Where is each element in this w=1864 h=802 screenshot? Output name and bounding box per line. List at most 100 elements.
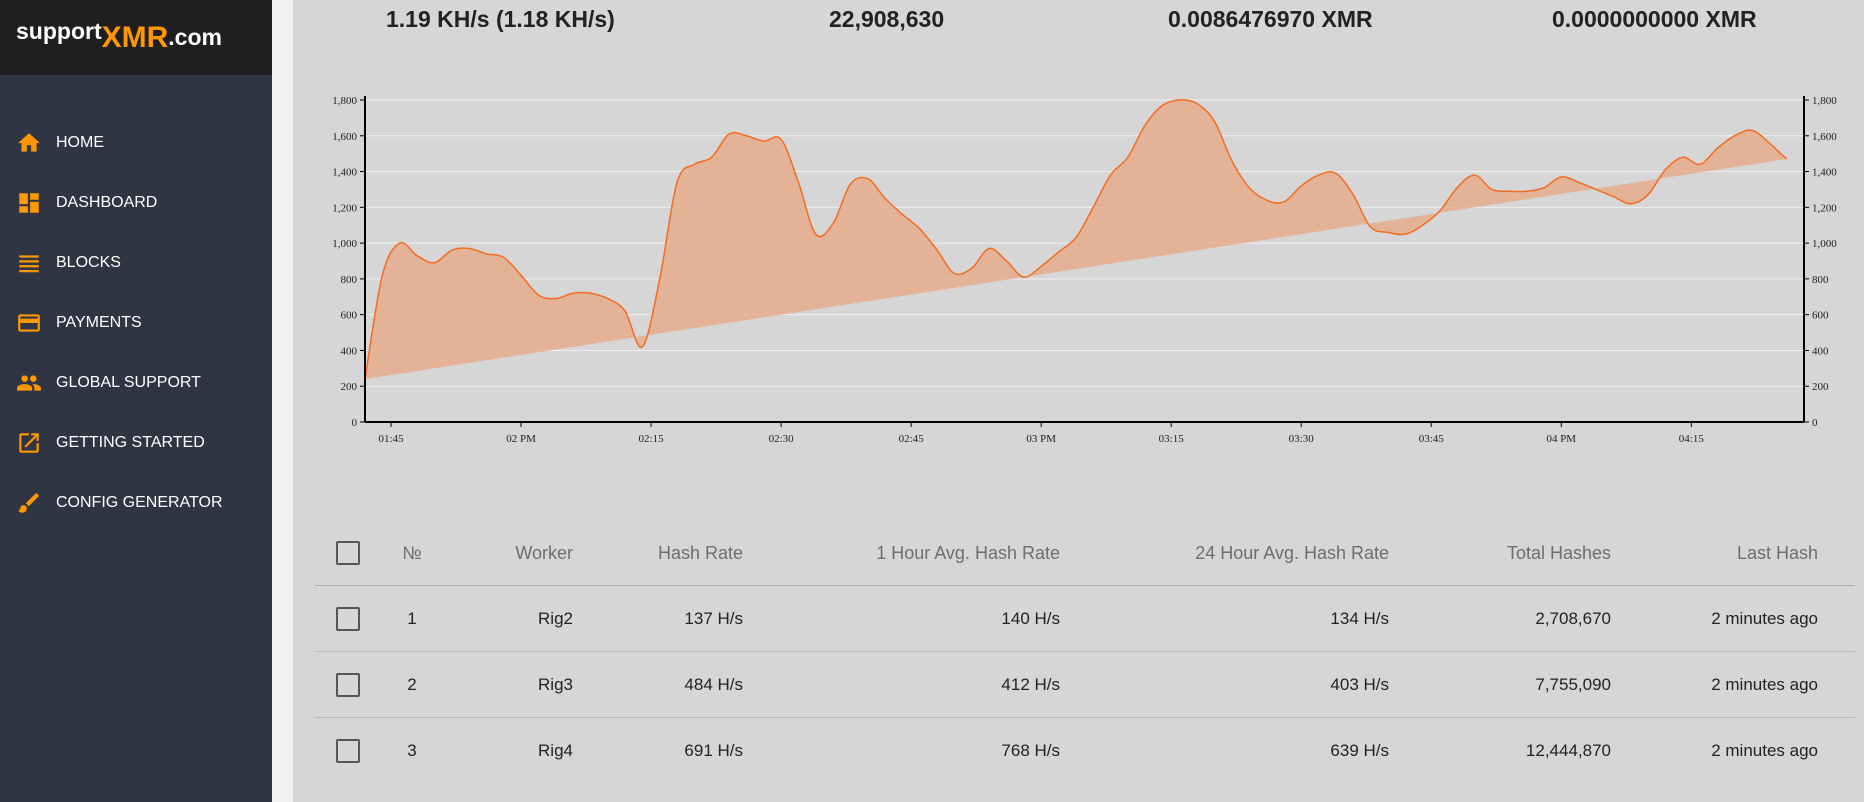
cell-24h-avg: 134 H/s — [1330, 609, 1389, 628]
stat-total-hashes: 22,908,630 — [829, 6, 945, 32]
nav-item-dashboard[interactable]: DASHBOARD — [0, 173, 272, 233]
y-tick-label-right: 1,800 — [1812, 95, 1837, 107]
row-checkbox[interactable] — [336, 673, 360, 697]
y-tick-label-left: 600 — [341, 310, 358, 322]
stat-paid: 0.0000000000 XMR — [1552, 6, 1757, 32]
y-tick-label-left: 1,800 — [332, 95, 357, 107]
cell-hash-rate: 691 H/s — [684, 741, 743, 760]
cell-number: 2 — [407, 675, 417, 694]
nav-menu: HOME DASHBOARD BLOCKS PAYMENTS GLOBAL SU… — [0, 113, 272, 533]
cell-total-hashes: 7,755,090 — [1535, 675, 1611, 694]
series-area — [365, 99, 1787, 380]
sidebar-gutter — [272, 0, 293, 802]
logo[interactable]: support XMR .com — [0, 0, 272, 75]
row-checkbox[interactable] — [336, 739, 360, 763]
nav-item-getting-started[interactable]: GETTING STARTED — [0, 413, 272, 473]
list-icon — [19, 255, 39, 273]
stat-balance: 0.0086476970 XMR — [1168, 6, 1373, 32]
y-tick-label-right: 600 — [1812, 310, 1829, 322]
table-row[interactable]: 2 Rig3 484 H/s 412 H/s 403 H/s 7,755,090… — [315, 652, 1855, 718]
row-checkbox[interactable] — [336, 607, 360, 631]
y-tick-label-right: 0 — [1812, 417, 1818, 429]
y-tick-label-left: 200 — [341, 381, 358, 393]
nav-item-payments[interactable]: PAYMENTS — [0, 293, 272, 353]
nav-item-label: GLOBAL SUPPORT — [56, 374, 201, 391]
x-tick-label: 03:45 — [1419, 433, 1445, 445]
cell-last-hash: 2 minutes ago — [1711, 741, 1818, 760]
x-tick-label: 03:15 — [1159, 433, 1185, 445]
nav-item-home[interactable]: HOME — [0, 113, 272, 173]
table-row[interactable]: 1 Rig2 137 H/s 140 H/s 134 H/s 2,708,670… — [315, 586, 1855, 652]
cell-worker: Rig4 — [538, 741, 573, 760]
select-all-checkbox[interactable] — [336, 541, 360, 565]
cell-number: 3 — [407, 741, 417, 760]
y-tick-label-right: 1,000 — [1812, 238, 1837, 250]
x-tick-label: 02 PM — [506, 433, 536, 445]
hashrate-chart[interactable]: 0 0 200 200 400 400 600 600 800 800 1,000 1,000 1,20… — [293, 86, 1864, 456]
cell-last-hash: 2 minutes ago — [1711, 675, 1818, 694]
cell-24h-avg: 639 H/s — [1330, 741, 1389, 760]
stat-hashrate: 1.19 KH/s (1.18 KH/s) — [386, 6, 615, 32]
main-content: 1.19 KH/s (1.18 KH/s) 22,908,630 0.00864… — [293, 0, 1864, 802]
y-tick-label-left: 1,600 — [332, 131, 357, 143]
cell-1h-avg: 768 H/s — [1001, 741, 1060, 760]
x-tick-label: 04:15 — [1679, 433, 1705, 445]
x-tick-label: 03 PM — [1026, 433, 1056, 445]
header-1h-avg[interactable]: 1 Hour Avg. Hash Rate — [745, 520, 1060, 586]
stats-bar: 1.19 KH/s (1.18 KH/s) 22,908,630 0.00864… — [293, 0, 1864, 42]
y-tick-label-right: 1,400 — [1812, 167, 1837, 179]
table-row[interactable]: 3 Rig4 691 H/s 768 H/s 639 H/s 12,444,87… — [315, 718, 1855, 784]
sidebar: support XMR .com HOME DASHBOARD BLOCKS PAY… — [0, 0, 272, 802]
logo-part-support: support — [16, 18, 102, 44]
cell-24h-avg: 403 H/s — [1330, 675, 1389, 694]
x-tick-label: 02:30 — [769, 433, 795, 445]
dashboard-icon — [19, 193, 39, 213]
logo-part-xmr: XMR — [101, 20, 169, 54]
cell-hash-rate: 137 H/s — [684, 609, 743, 628]
nav-item-global-support[interactable]: GLOBAL SUPPORT — [0, 353, 272, 413]
nav-item-label: GETTING STARTED — [56, 434, 205, 451]
header-24h-avg[interactable]: 24 Hour Avg. Hash Rate — [1060, 520, 1389, 586]
x-tick-label: 04 PM — [1546, 433, 1576, 445]
y-tick-label-right: 200 — [1812, 381, 1829, 393]
cell-number: 1 — [407, 609, 417, 628]
nav-item-label: HOME — [56, 134, 104, 151]
cell-worker: Rig3 — [538, 675, 573, 694]
nav-item-label: CONFIG GENERATOR — [56, 494, 223, 511]
y-tick-label-right: 1,200 — [1812, 202, 1837, 214]
header-number[interactable]: № — [397, 520, 427, 586]
y-tick-label-left: 1,000 — [332, 238, 357, 250]
header-total-hashes[interactable]: Total Hashes — [1391, 520, 1611, 586]
brush-icon — [18, 493, 39, 513]
x-tick-label: 02:45 — [899, 433, 925, 445]
nav-item-config-generator[interactable]: CONFIG GENERATOR — [0, 473, 272, 533]
y-tick-label-right: 400 — [1812, 345, 1829, 357]
x-tick-label: 01:45 — [378, 433, 404, 445]
table-header-row: № Worker Hash Rate 1 Hour Avg. Hash Rate… — [315, 520, 1855, 586]
y-tick-label-right: 800 — [1812, 274, 1829, 286]
nav-item-blocks[interactable]: BLOCKS — [0, 233, 272, 293]
cell-1h-avg: 412 H/s — [1001, 675, 1060, 694]
cell-last-hash: 2 minutes ago — [1711, 609, 1818, 628]
header-last-hash[interactable]: Last Hash — [1613, 520, 1818, 586]
y-tick-label-left: 1,400 — [332, 167, 357, 179]
cell-1h-avg: 140 H/s — [1001, 609, 1060, 628]
credit-card-icon — [18, 314, 40, 332]
y-tick-label-right: 1,600 — [1812, 131, 1837, 143]
y-tick-label-left: 400 — [341, 345, 358, 357]
cell-total-hashes: 2,708,670 — [1535, 609, 1611, 628]
hashrate-chart-svg: 0 0 200 200 400 400 600 600 800 800 1,000 1,000 1,20… — [332, 95, 1837, 445]
x-tick-label: 02:15 — [639, 433, 665, 445]
header-hash-rate[interactable]: Hash Rate — [575, 520, 743, 586]
nav-item-label: PAYMENTS — [56, 314, 142, 331]
cell-total-hashes: 12,444,870 — [1525, 741, 1611, 760]
x-tick-label: 03:30 — [1289, 433, 1315, 445]
y-tick-label-left: 0 — [352, 417, 358, 429]
header-worker[interactable]: Worker — [433, 520, 573, 586]
logo-part-com: .com — [168, 24, 222, 50]
nav-item-label: DASHBOARD — [56, 194, 158, 211]
group-icon — [17, 375, 41, 391]
y-tick-label-left: 1,200 — [332, 202, 357, 214]
cell-worker: Rig2 — [538, 609, 573, 628]
nav-item-label: BLOCKS — [56, 254, 121, 271]
